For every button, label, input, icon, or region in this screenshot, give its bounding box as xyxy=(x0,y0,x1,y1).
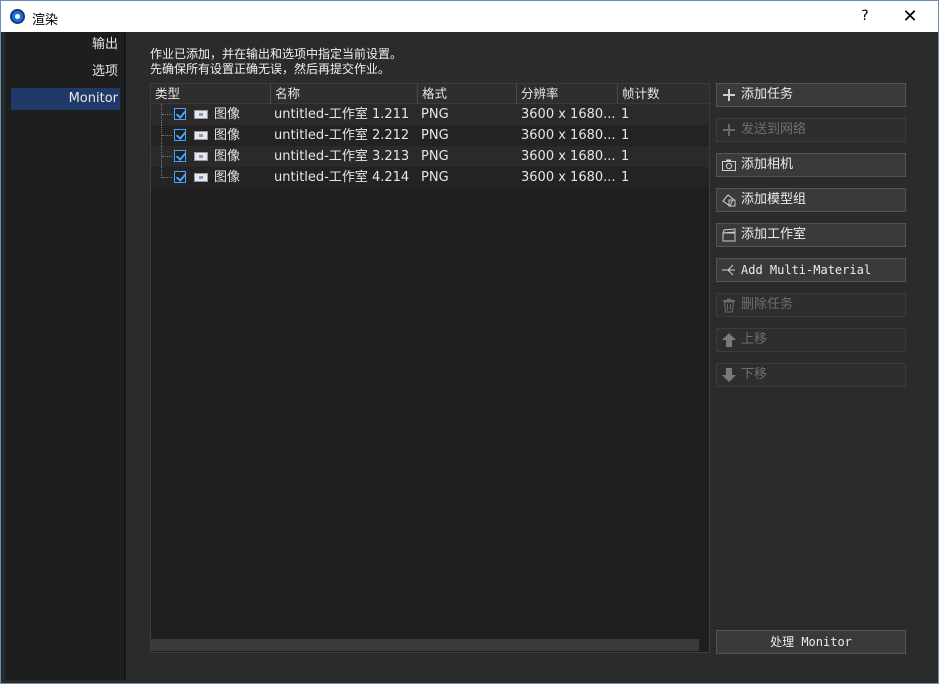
arrow-down-icon xyxy=(722,368,736,382)
cell-type: 图像 xyxy=(214,170,241,185)
cell-type: 图像 xyxy=(214,149,241,164)
cell-type: 图像 xyxy=(214,128,241,143)
cell-name: untitled-工作室 2.212 xyxy=(274,128,410,143)
sidebar-item-monitor[interactable]: Monitor xyxy=(11,88,120,110)
add-camera-label: 添加相机 xyxy=(741,157,794,172)
column-header-resolution[interactable]: 分辨率 xyxy=(517,84,618,104)
column-header-name[interactable]: 名称 xyxy=(271,84,418,104)
add-studio-label: 添加工作室 xyxy=(741,227,807,242)
table-header: 类型 名称 格式 分辨率 帧计数 xyxy=(151,84,709,104)
cell-format: PNG xyxy=(421,128,449,143)
cell-resolution: 3600 x 1680... xyxy=(521,149,616,164)
move-down-label: 下移 xyxy=(741,367,768,382)
process-monitor-button[interactable]: 处理 Monitor xyxy=(716,630,906,654)
info-text: 作业已添加，并在输出和选项中指定当前设置。 先确保所有设置正确无误，然后再提交作… xyxy=(150,47,402,77)
plus-icon xyxy=(723,89,735,101)
tree-connector xyxy=(161,104,173,125)
plus-icon xyxy=(723,124,735,136)
table-row[interactable]: 图像 untitled-工作室 4.214 PNG 3600 x 1680...… xyxy=(151,167,709,188)
horizontal-scrollbar[interactable] xyxy=(151,639,699,651)
info-line-1: 作业已添加，并在输出和选项中指定当前设置。 xyxy=(150,47,403,61)
close-button[interactable]: ✕ xyxy=(888,3,932,30)
column-header-frame-count[interactable]: 帧计数 xyxy=(618,84,709,104)
add-camera-button[interactable]: 添加相机 xyxy=(716,153,906,177)
column-header-format[interactable]: 格式 xyxy=(418,84,517,104)
add-model-group-button[interactable]: 添加模型组 xyxy=(716,188,906,212)
table-row[interactable]: 图像 untitled-工作室 3.213 PNG 3600 x 1680...… xyxy=(151,146,709,167)
move-up-label: 上移 xyxy=(741,332,768,347)
tree-connector xyxy=(161,125,173,146)
sidebar-item-options[interactable]: 选项 xyxy=(92,61,120,83)
image-type-icon xyxy=(194,173,208,182)
move-down-button[interactable]: 下移 xyxy=(716,363,906,387)
trash-icon xyxy=(723,298,735,313)
cell-name: untitled-工作室 4.214 xyxy=(274,170,410,185)
add-task-label: 添加任务 xyxy=(741,87,794,102)
add-task-button[interactable]: 添加任务 xyxy=(716,83,906,107)
row-checkbox[interactable] xyxy=(174,129,186,141)
cell-resolution: 3600 x 1680... xyxy=(521,107,616,122)
dialog-content: 输出 选项 Monitor 作业已添加，并在输出和选项中指定当前设置。 先确保所… xyxy=(5,32,935,680)
window-title: 渲染 xyxy=(32,13,59,28)
cell-frames: 1 xyxy=(621,107,630,122)
cell-format: PNG xyxy=(421,170,449,185)
app-logo-icon xyxy=(10,9,25,24)
sidebar: 输出 选项 Monitor xyxy=(5,32,125,680)
move-up-button[interactable]: 上移 xyxy=(716,328,906,352)
add-multi-material-label: Add Multi-Material xyxy=(741,263,872,277)
row-checkbox[interactable] xyxy=(174,150,186,162)
title-bar: 渲染 ? ✕ xyxy=(1,1,938,32)
cell-resolution: 3600 x 1680... xyxy=(521,128,616,143)
image-type-icon xyxy=(194,110,208,119)
cell-type: 图像 xyxy=(214,107,241,122)
delete-task-label: 删除任务 xyxy=(741,297,794,312)
tree-connector xyxy=(161,146,173,167)
row-checkbox[interactable] xyxy=(174,171,186,183)
cell-name: untitled-工作室 3.213 xyxy=(274,149,410,164)
table-row[interactable]: 图像 untitled-工作室 2.212 PNG 3600 x 1680...… xyxy=(151,125,709,146)
clapperboard-icon xyxy=(722,228,736,242)
cell-name: untitled-工作室 1.211 xyxy=(274,107,410,122)
model-group-icon xyxy=(722,194,736,207)
cell-format: PNG xyxy=(421,107,449,122)
arrow-up-icon xyxy=(722,333,736,347)
row-checkbox[interactable] xyxy=(174,108,186,120)
cell-frames: 1 xyxy=(621,170,630,185)
add-model-group-label: 添加模型组 xyxy=(741,192,807,207)
monitor-panel: 作业已添加，并在输出和选项中指定当前设置。 先确保所有设置正确无误，然后再提交作… xyxy=(126,32,935,680)
render-dialog: 渲染 ? ✕ 输出 选项 Monitor 作业已添加，并在输出和选项中指定当前设… xyxy=(0,0,939,684)
cell-format: PNG xyxy=(421,149,449,164)
image-type-icon xyxy=(194,152,208,161)
cell-resolution: 3600 x 1680... xyxy=(521,170,616,185)
tree-connector xyxy=(161,167,173,178)
table-row[interactable]: 图像 untitled-工作室 1.211 PNG 3600 x 1680...… xyxy=(151,104,709,125)
sidebar-item-output[interactable]: 输出 xyxy=(92,34,120,56)
delete-task-button[interactable]: 删除任务 xyxy=(716,293,906,317)
image-type-icon xyxy=(194,131,208,140)
send-to-network-label: 发送到网络 xyxy=(741,122,807,137)
multi-material-icon xyxy=(722,264,735,276)
add-studio-button[interactable]: 添加工作室 xyxy=(716,223,906,247)
cell-frames: 1 xyxy=(621,128,630,143)
column-header-type[interactable]: 类型 xyxy=(151,84,271,104)
send-to-network-button[interactable]: 发送到网络 xyxy=(716,118,906,142)
help-button[interactable]: ? xyxy=(843,3,887,30)
add-multi-material-button[interactable]: Add Multi-Material xyxy=(716,258,906,282)
job-table: 类型 名称 格式 分辨率 帧计数 图像 untitled-工作室 1.211 P… xyxy=(150,83,710,653)
camera-icon xyxy=(722,159,736,171)
cell-frames: 1 xyxy=(621,149,630,164)
info-line-2: 先确保所有设置正确无误，然后再提交作业。 xyxy=(150,62,391,76)
